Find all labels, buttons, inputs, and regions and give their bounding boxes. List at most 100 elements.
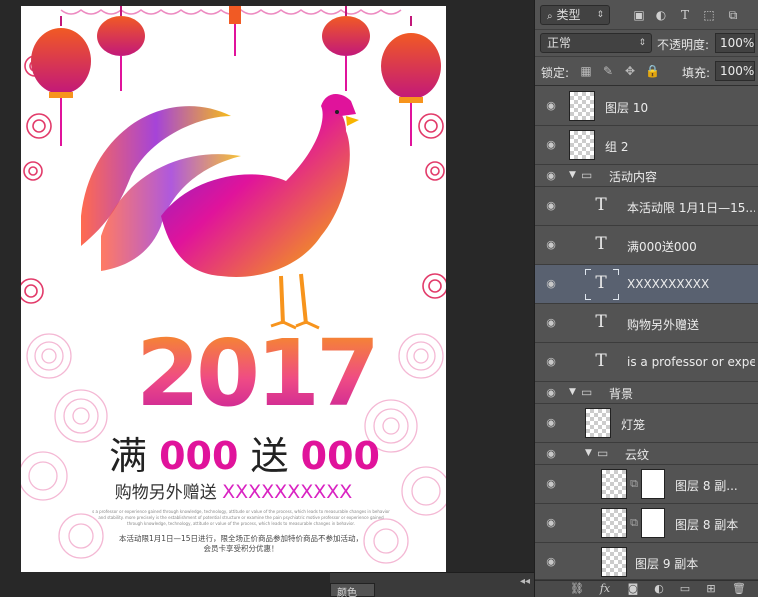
- photoshop-window: 2017 满 000 送 000 购物另外赠送 XXXXXXXXXX s a p…: [0, 0, 758, 597]
- filter-kind-select[interactable]: ⌕ 类型 ⇕: [540, 5, 610, 25]
- expand-caret-icon[interactable]: ▼: [569, 170, 576, 180]
- fine-print: s a professor or experience gained throu…: [92, 509, 390, 526]
- blend-opacity-bar: 正常 ⇕ 不透明度: 100%: [535, 30, 758, 57]
- chevron-down-icon: ⇕: [596, 10, 604, 20]
- shape-filter-icon[interactable]: ⬚: [701, 7, 717, 23]
- offer-mid: 送: [250, 434, 289, 478]
- text-filter-icon[interactable]: T: [677, 7, 693, 23]
- visibility-eye-icon[interactable]: ◉: [543, 316, 559, 330]
- visibility-eye-icon[interactable]: ◉: [543, 238, 559, 252]
- add-mask-icon[interactable]: ◙: [625, 582, 641, 596]
- text-layer-icon: T: [595, 312, 607, 332]
- new-group-icon[interactable]: ▭: [677, 582, 693, 596]
- folder-icon: ▭: [581, 168, 593, 182]
- link-chain-icon[interactable]: ⧉: [629, 477, 639, 491]
- layer-mask-thumbnail[interactable]: [641, 469, 665, 499]
- gift-prefix: 购物另外赠送: [114, 483, 217, 503]
- visibility-eye-icon[interactable]: ◉: [543, 516, 559, 530]
- visibility-eye-icon[interactable]: ◉: [543, 99, 559, 113]
- layer-thumbnail: [601, 469, 627, 499]
- folder-icon: ▭: [581, 385, 593, 399]
- layer-name: 图层 8 副...: [675, 479, 738, 493]
- filter-kind-label: 类型: [556, 8, 581, 22]
- selection-bracket: [613, 269, 619, 275]
- group-name: 背景: [609, 387, 634, 401]
- trash-icon[interactable]: 🗑: [731, 582, 747, 596]
- layer-row-group2[interactable]: ◉ 组 2: [535, 126, 758, 165]
- visibility-eye-icon[interactable]: ◉: [543, 416, 559, 430]
- event-terms-line-1: 本活动限1月1日—15日进行，限全场正价商品参加特价商品不参加活动，: [118, 534, 364, 543]
- layer-thumbnail: [601, 547, 627, 577]
- visibility-eye-icon[interactable]: ◉: [543, 169, 559, 183]
- layers-panel-footer: ⛓ fx ◙ ◐ ▭ ⊞ 🗑: [535, 580, 758, 597]
- gift-line: 购物另外赠送 XXXXXXXXXX: [81, 481, 386, 504]
- search-icon: ⌕: [547, 11, 553, 22]
- offer-prefix: 满: [109, 434, 148, 478]
- collapse-arrows-icon[interactable]: ◂◂: [520, 576, 530, 587]
- lock-transparent-pixels-icon[interactable]: ▦: [579, 64, 593, 78]
- layer-name: 组 2: [605, 140, 629, 154]
- smart-object-filter-icon[interactable]: ⧉: [725, 7, 741, 23]
- layer-group-background[interactable]: ◉ ▼ ▭ 背景: [535, 382, 758, 404]
- opacity-input[interactable]: 100%: [715, 33, 755, 53]
- group-name: 云纹: [625, 448, 650, 462]
- layer-thumbnail: [569, 91, 595, 121]
- visibility-eye-icon[interactable]: ◉: [543, 138, 559, 152]
- layer-name: 灯笼: [621, 418, 646, 432]
- right-swirls: [418, 113, 446, 299]
- adjustment-layer-icon[interactable]: ◐: [651, 582, 667, 596]
- lock-all-icon[interactable]: 🔒: [645, 64, 660, 78]
- expand-caret-icon[interactable]: ▼: [569, 387, 576, 397]
- fill-input[interactable]: 100%: [715, 61, 755, 81]
- visibility-eye-icon[interactable]: ◉: [543, 199, 559, 213]
- layer-row-text-fineprint[interactable]: ◉ T is a professor or expe...: [535, 343, 758, 382]
- visibility-eye-icon[interactable]: ◉: [543, 555, 559, 569]
- layer-row-layer9-copy[interactable]: ◉ 图层 9 副本: [535, 543, 758, 580]
- layer-name: 满000送000: [627, 240, 697, 254]
- layer-thumbnail: [585, 408, 611, 438]
- layer-row-layer10[interactable]: ◉ 图层 10: [535, 87, 758, 126]
- layer-row-lanterns[interactable]: ◉ 灯笼: [535, 404, 758, 443]
- layer-mask-thumbnail[interactable]: [641, 508, 665, 538]
- layer-thumbnail: [601, 508, 627, 538]
- selection-bracket: [613, 294, 619, 300]
- lock-image-pixels-icon[interactable]: ✎: [601, 64, 615, 78]
- group-name: 活动内容: [609, 170, 658, 184]
- lanterns: [31, 6, 441, 146]
- new-layer-icon[interactable]: ⊞: [703, 582, 719, 596]
- lock-position-icon[interactable]: ✥: [623, 64, 637, 78]
- layer-row-text-xxx-selected[interactable]: ◉ T XXXXXXXXXX: [535, 265, 758, 304]
- link-chain-icon[interactable]: ⧉: [629, 516, 639, 530]
- link-layers-icon[interactable]: ⛓: [569, 582, 585, 596]
- layer-row-text-terms[interactable]: ◉ T 本活动限 1月1日—15...: [535, 187, 758, 226]
- visibility-eye-icon[interactable]: ◉: [543, 477, 559, 491]
- text-layer-icon: T: [595, 351, 607, 371]
- left-swirls: [21, 55, 52, 304]
- layer-name: 购物另外赠送: [627, 318, 700, 332]
- layer-style-fx-icon[interactable]: fx: [597, 582, 613, 596]
- image-filter-icon[interactable]: ▣: [631, 7, 647, 23]
- layer-row-text-offer[interactable]: ◉ T 满000送000: [535, 226, 758, 265]
- adjustment-filter-icon[interactable]: ◐: [653, 7, 669, 23]
- offer-line: 满 000 送 000: [109, 434, 380, 478]
- visibility-eye-icon[interactable]: ◉: [543, 355, 559, 369]
- visibility-eye-icon[interactable]: ◉: [543, 386, 559, 400]
- expand-caret-icon[interactable]: ▼: [585, 448, 592, 458]
- lock-fill-bar: 锁定: ▦ ✎ ✥ 🔒 填充: 100%: [535, 57, 758, 86]
- color-panel-tab[interactable]: 颜色: [330, 583, 375, 597]
- layer-group-cloud-pattern[interactable]: ◉ ▼ ▭ 云纹: [535, 443, 758, 465]
- layer-row-layer8-copy-a[interactable]: ◉ ⧉ 图层 8 副...: [535, 465, 758, 504]
- visibility-eye-icon[interactable]: ◉: [543, 447, 559, 461]
- gift-placeholder: XXXXXXXXXX: [222, 481, 353, 503]
- fill-label: 填充:: [682, 66, 711, 80]
- layer-row-layer8-copy-b[interactable]: ◉ ⧉ 图层 8 副本: [535, 504, 758, 543]
- layer-row-text-gift[interactable]: ◉ T 购物另外赠送: [535, 304, 758, 343]
- layer-group-activity[interactable]: ◉ ▼ ▭ 活动内容: [535, 165, 758, 187]
- lock-label: 锁定:: [541, 66, 570, 80]
- blend-mode-select[interactable]: 正常 ⇕: [540, 33, 652, 53]
- event-terms-line-2: 会员卡享受积分优惠！: [203, 544, 279, 553]
- visibility-eye-icon[interactable]: ◉: [543, 277, 559, 291]
- poster-canvas[interactable]: 2017 满 000 送 000 购物另外赠送 XXXXXXXXXX s a p…: [21, 6, 446, 572]
- document-canvas-area: 2017 满 000 送 000 购物另外赠送 XXXXXXXXXX s a p…: [0, 0, 534, 597]
- year-2017-title: 2017: [131, 324, 381, 424]
